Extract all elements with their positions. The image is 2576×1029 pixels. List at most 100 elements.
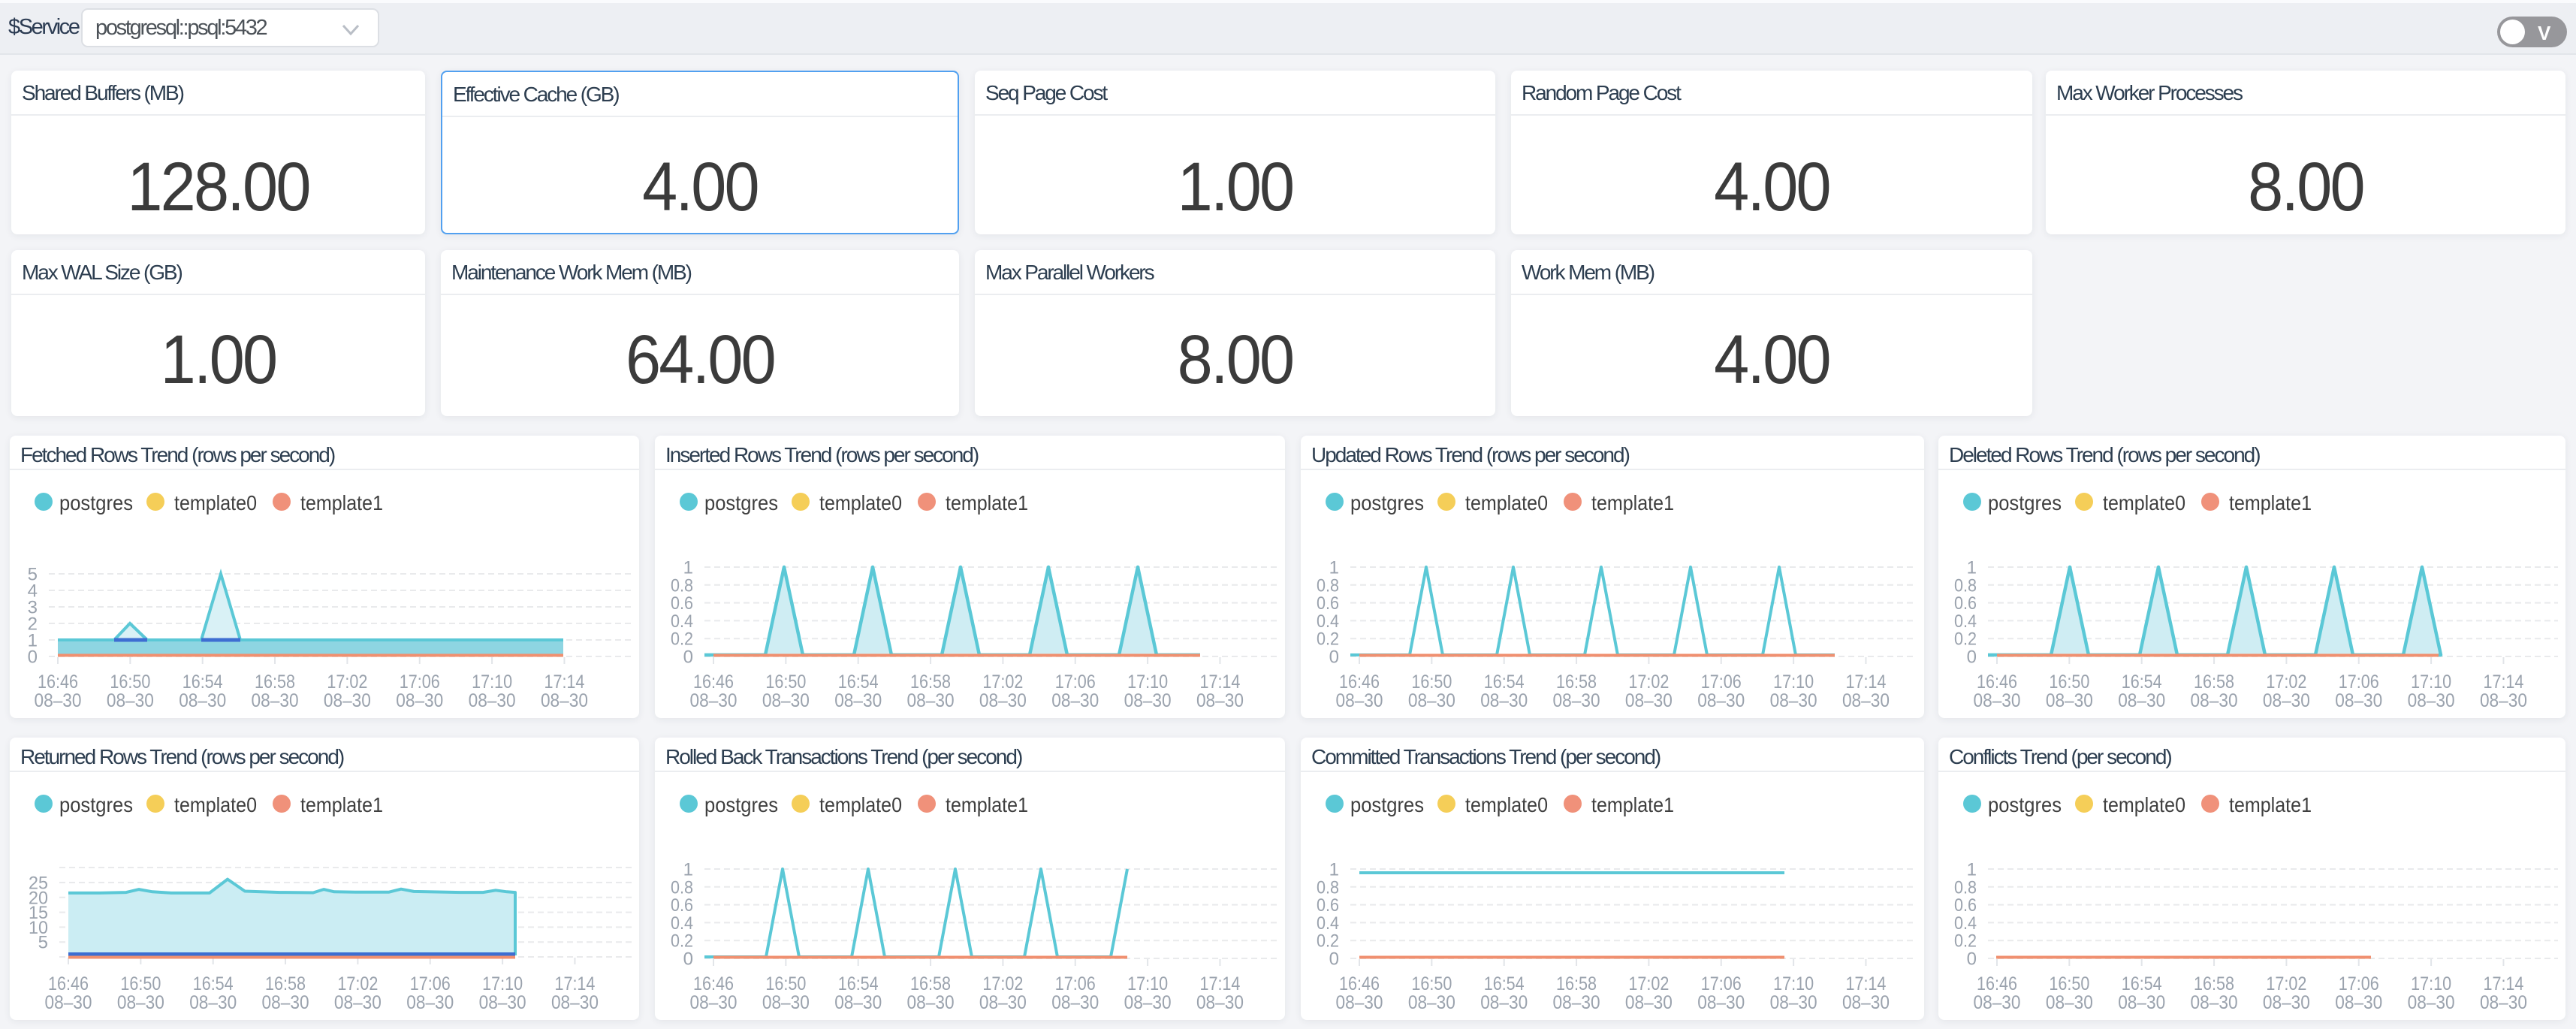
svg-text:17:06: 17:06 — [1701, 973, 1742, 994]
svg-text:postgres: postgres — [1350, 491, 1424, 514]
svg-text:0: 0 — [28, 647, 38, 668]
svg-text:17:14: 17:14 — [1199, 973, 1240, 994]
svg-text:08–30: 08–30 — [117, 992, 164, 1013]
svg-text:08–30: 08–30 — [324, 690, 371, 711]
svg-text:08–30: 08–30 — [2263, 992, 2310, 1013]
svg-text:08–30: 08–30 — [2480, 992, 2527, 1013]
svg-text:08–30: 08–30 — [1196, 992, 1244, 1013]
svg-text:08–30: 08–30 — [2408, 690, 2455, 711]
svg-text:08–30: 08–30 — [1974, 690, 2021, 711]
svg-text:template0: template0 — [1465, 491, 1548, 514]
svg-text:08–30: 08–30 — [1842, 992, 1890, 1013]
svg-text:16:50: 16:50 — [2049, 671, 2089, 693]
svg-text:template0: template0 — [819, 491, 902, 514]
svg-text:08–30: 08–30 — [1553, 690, 1600, 711]
svg-text:08–30: 08–30 — [834, 690, 882, 711]
svg-text:08–30: 08–30 — [1625, 690, 1673, 711]
svg-text:08–30: 08–30 — [1480, 992, 1528, 1013]
svg-text:08–30: 08–30 — [1051, 992, 1099, 1013]
svg-text:16:46: 16:46 — [1977, 973, 2017, 994]
svg-text:08–30: 08–30 — [762, 992, 810, 1013]
svg-text:template0: template0 — [174, 793, 257, 816]
svg-text:17:10: 17:10 — [2411, 671, 2451, 693]
svg-text:08–30: 08–30 — [1553, 992, 1600, 1013]
svg-text:08–30: 08–30 — [690, 690, 738, 711]
svg-text:16:58: 16:58 — [2194, 671, 2234, 693]
svg-text:08–30: 08–30 — [2118, 992, 2165, 1013]
svg-text:08–30: 08–30 — [2046, 690, 2093, 711]
svg-text:08–30: 08–30 — [907, 992, 955, 1013]
svg-text:17:10: 17:10 — [1127, 973, 1168, 994]
svg-text:16:50: 16:50 — [1411, 973, 1452, 994]
svg-text:16:58: 16:58 — [255, 671, 295, 693]
svg-text:16:54: 16:54 — [1484, 671, 1525, 693]
svg-text:16:46: 16:46 — [693, 671, 734, 693]
svg-text:08–30: 08–30 — [2408, 992, 2455, 1013]
svg-text:17:10: 17:10 — [2411, 973, 2451, 994]
svg-text:08–30: 08–30 — [45, 992, 92, 1013]
svg-text:08–30: 08–30 — [1124, 992, 1172, 1013]
svg-text:17:14: 17:14 — [1845, 671, 1886, 693]
svg-text:17:02: 17:02 — [2266, 671, 2306, 693]
svg-text:08–30: 08–30 — [1408, 992, 1455, 1013]
svg-text:17:06: 17:06 — [1055, 973, 1096, 994]
svg-text:08–30: 08–30 — [2480, 690, 2527, 711]
svg-text:17:14: 17:14 — [554, 973, 595, 994]
svg-text:16:54: 16:54 — [193, 973, 234, 994]
svg-text:template1: template1 — [1591, 491, 1674, 514]
svg-text:16:46: 16:46 — [1977, 671, 2017, 693]
svg-text:template1: template1 — [300, 793, 383, 816]
svg-text:08–30: 08–30 — [1697, 992, 1745, 1013]
svg-text:template0: template0 — [819, 793, 902, 816]
svg-text:17:02: 17:02 — [982, 973, 1023, 994]
svg-text:08–30: 08–30 — [179, 690, 226, 711]
svg-text:16:54: 16:54 — [2122, 973, 2162, 994]
svg-text:08–30: 08–30 — [1196, 690, 1244, 711]
svg-text:postgres: postgres — [704, 491, 778, 514]
svg-text:0: 0 — [683, 647, 693, 668]
svg-text:16:54: 16:54 — [2122, 671, 2162, 693]
svg-text:17:10: 17:10 — [1127, 671, 1168, 693]
svg-text:08–30: 08–30 — [35, 690, 82, 711]
svg-text:16:50: 16:50 — [120, 973, 161, 994]
svg-text:16:46: 16:46 — [1339, 973, 1380, 994]
svg-text:template0: template0 — [2103, 491, 2185, 514]
svg-text:08–30: 08–30 — [1697, 690, 1745, 711]
svg-text:08–30: 08–30 — [834, 992, 882, 1013]
svg-text:17:06: 17:06 — [2339, 671, 2379, 693]
svg-text:17:02: 17:02 — [337, 973, 378, 994]
svg-text:16:46: 16:46 — [693, 973, 734, 994]
svg-text:08–30: 08–30 — [1625, 992, 1673, 1013]
svg-text:17:06: 17:06 — [1701, 671, 1742, 693]
svg-text:16:58: 16:58 — [1556, 671, 1597, 693]
svg-text:17:14: 17:14 — [2483, 973, 2523, 994]
svg-text:template1: template1 — [2229, 491, 2312, 514]
svg-text:08–30: 08–30 — [2191, 992, 2238, 1013]
svg-text:17:14: 17:14 — [1845, 973, 1886, 994]
svg-text:17:10: 17:10 — [1773, 973, 1814, 994]
svg-text:16:58: 16:58 — [265, 973, 306, 994]
svg-text:16:54: 16:54 — [1484, 973, 1525, 994]
svg-text:17:06: 17:06 — [1055, 671, 1096, 693]
svg-text:08–30: 08–30 — [551, 992, 599, 1013]
svg-text:16:46: 16:46 — [1339, 671, 1380, 693]
svg-text:17:06: 17:06 — [400, 671, 440, 693]
svg-text:17:14: 17:14 — [544, 671, 584, 693]
svg-text:postgres: postgres — [59, 793, 133, 816]
svg-text:08–30: 08–30 — [2335, 690, 2382, 711]
svg-text:17:10: 17:10 — [472, 671, 512, 693]
svg-text:16:58: 16:58 — [1556, 973, 1597, 994]
svg-text:08–30: 08–30 — [979, 992, 1027, 1013]
svg-text:16:50: 16:50 — [110, 671, 150, 693]
svg-text:template0: template0 — [174, 491, 257, 514]
svg-text:08–30: 08–30 — [396, 690, 443, 711]
svg-text:08–30: 08–30 — [1974, 992, 2021, 1013]
svg-text:16:46: 16:46 — [48, 973, 89, 994]
svg-text:postgres: postgres — [704, 793, 778, 816]
svg-text:17:14: 17:14 — [1199, 671, 1240, 693]
svg-text:17:14: 17:14 — [2483, 671, 2523, 693]
svg-text:17:10: 17:10 — [1773, 671, 1814, 693]
svg-text:16:50: 16:50 — [2049, 973, 2089, 994]
svg-text:16:50: 16:50 — [765, 973, 806, 994]
svg-text:0: 0 — [1967, 949, 1977, 970]
